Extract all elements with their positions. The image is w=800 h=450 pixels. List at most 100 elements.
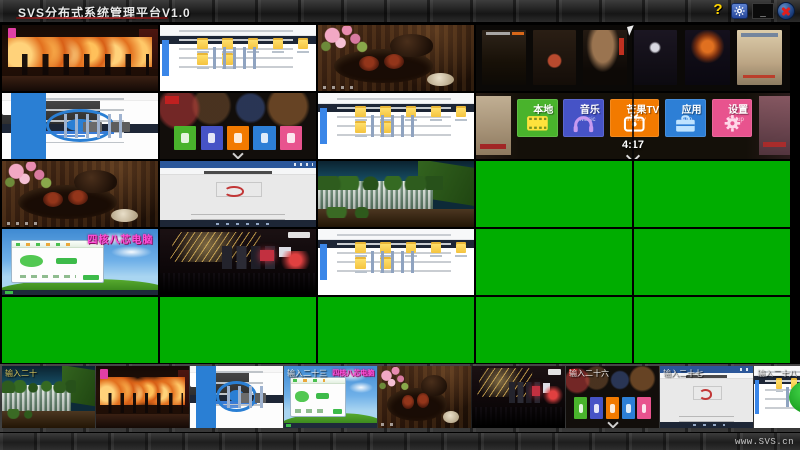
wall-cell-18-green-blank[interactable] xyxy=(634,229,790,295)
scene-word-document xyxy=(160,161,316,227)
movie-poster xyxy=(685,30,731,85)
folder-icon xyxy=(456,108,466,118)
wall-cell-11-waterfall[interactable] xyxy=(318,161,474,227)
wall-cell-4-poster-wall[interactable] xyxy=(476,25,790,91)
windows-taskbar xyxy=(2,124,158,133)
wall-cell-8-tv-launcher-big[interactable]: 本地 Local 音乐 Music 芒果TV imgo.tv 应用 App 设置 xyxy=(476,93,790,159)
player-controls xyxy=(7,222,38,225)
movie-poster xyxy=(533,30,577,85)
scene-concert-flames xyxy=(96,366,189,428)
wall-cell-5-eye-settings[interactable] xyxy=(2,93,158,159)
svs-management-platform-window: SVS分布式系统管理平台V1.0 ? _ xyxy=(0,0,800,450)
scene-blank-green-signal xyxy=(634,229,790,295)
white-bowl xyxy=(111,209,138,222)
wall-cell-10-document[interactable] xyxy=(160,161,316,227)
folder-icon xyxy=(776,380,782,389)
scene-waterfall-landscape xyxy=(318,161,474,227)
channel-logo xyxy=(8,28,16,38)
tv-icon xyxy=(618,113,651,134)
wall-cell-7-explorer[interactable] xyxy=(318,93,474,159)
folder-icon xyxy=(355,108,365,118)
source-thumbnail-7[interactable]: 输入二十六 xyxy=(566,366,659,428)
website-label: www.SVS.cn xyxy=(735,437,794,447)
wall-cell-14-xp-messenger[interactable]: 四核八芯电脑 xyxy=(2,229,158,295)
video-overlay-ad-text: 四核八芯电脑 xyxy=(332,368,374,378)
launcher-tile-row: 本地 Local 音乐 Music 芒果TV imgo.tv 应用 App 设置 xyxy=(517,99,753,137)
close-button[interactable] xyxy=(777,2,795,20)
source-thumbnail-4[interactable]: 四核八芯电脑 输入二十三 xyxy=(284,366,377,428)
green-mascot xyxy=(295,391,309,403)
wall-cell-3-tea[interactable] xyxy=(318,25,474,91)
scene-tea-set xyxy=(378,366,471,428)
gear-icon xyxy=(719,113,746,134)
poster-shelf xyxy=(160,93,316,130)
source-thumbnail-3[interactable] xyxy=(190,366,283,428)
minimize-button[interactable]: _ xyxy=(752,3,774,19)
windows-taskbar xyxy=(190,395,283,403)
bezel-divider xyxy=(632,93,634,159)
gear-icon xyxy=(733,5,746,17)
tile-local[interactable]: 本地 Local xyxy=(517,99,558,137)
wall-cell-13-green-blank[interactable] xyxy=(634,161,790,227)
tv-station-logo xyxy=(165,96,179,103)
scene-blank-green-signal xyxy=(634,161,790,227)
wall-cell-16-explorer[interactable] xyxy=(318,229,474,295)
wall-cell-1-concert-flames[interactable] xyxy=(2,25,158,91)
broadcaster-logo xyxy=(288,232,310,238)
tea-cup xyxy=(359,56,379,71)
wall-cell-22-green-blank[interactable] xyxy=(476,297,632,363)
stage-floor xyxy=(2,76,158,91)
wall-cell-23-green-blank[interactable] xyxy=(634,297,790,363)
tree-line xyxy=(2,380,76,394)
source-thumbnail-9[interactable]: 输入二十八 xyxy=(754,366,800,428)
document-figure xyxy=(216,182,262,197)
tile-apps[interactable]: 应用 App xyxy=(665,99,706,137)
launcher-tile xyxy=(201,126,223,150)
document-heading xyxy=(204,171,273,174)
cloud xyxy=(349,382,373,393)
wall-cell-12-green-blank[interactable] xyxy=(476,161,632,227)
red-led-screen xyxy=(532,386,540,397)
document-figure xyxy=(693,386,721,400)
wall-cell-21-green-blank[interactable] xyxy=(318,297,474,363)
launcher-tile xyxy=(622,397,635,419)
folder-icon xyxy=(197,40,207,50)
status-bar: www.SVS.cn xyxy=(0,432,800,450)
wall-cell-2-explorer[interactable] xyxy=(160,25,316,91)
white-bowl xyxy=(443,411,459,423)
wall-cell-19-green-blank[interactable] xyxy=(2,297,158,363)
tile-mango-tv[interactable]: 芒果TV imgo.tv xyxy=(610,99,659,137)
wall-cell-17-green-blank[interactable] xyxy=(476,229,632,295)
settings-button[interactable] xyxy=(731,3,748,19)
source-thumbnail-1[interactable]: 输入二十 xyxy=(2,366,95,428)
launcher-tile xyxy=(280,126,302,150)
briefcase-icon xyxy=(672,113,699,134)
folder-icon xyxy=(355,123,365,133)
wall-cell-20-green-blank[interactable] xyxy=(160,297,316,363)
source-thumbnail-6[interactable] xyxy=(472,366,565,428)
tea-cup xyxy=(417,393,429,407)
scene-blank-green-signal xyxy=(160,297,316,363)
scene-concert-flames xyxy=(2,25,158,91)
wall-cell-9-tea[interactable] xyxy=(2,161,158,227)
help-button[interactable]: ? xyxy=(709,1,727,20)
movie-poster xyxy=(737,30,783,85)
source-thumbnail-8[interactable]: 输入二十七 xyxy=(660,366,753,428)
green-tag xyxy=(83,275,99,280)
green-tag xyxy=(333,409,343,414)
source-thumbnail-5[interactable] xyxy=(378,366,471,428)
launcher-tile xyxy=(574,397,587,419)
scene-tv-launcher-small xyxy=(160,93,316,159)
scene-blank-green-signal xyxy=(2,297,158,363)
tile-music[interactable]: 音乐 Music xyxy=(563,99,604,137)
scene-camera-settings-window xyxy=(2,93,158,159)
dancer-silhouettes xyxy=(102,393,184,413)
video-overlay-ad-text: 四核八芯电脑 xyxy=(87,231,153,246)
source-thumbnail-2[interactable] xyxy=(96,366,189,428)
tile-setup[interactable]: 设置 Setup xyxy=(712,99,753,137)
tea-cup xyxy=(43,192,63,207)
source-thumbnail-strip: 输入二十 四核八芯电脑 xyxy=(0,364,800,432)
wall-cell-15-concert-crowd[interactable] xyxy=(160,229,316,295)
windows-taskbar xyxy=(2,290,158,295)
wall-cell-6-tv-launcher-small[interactable] xyxy=(160,93,316,159)
